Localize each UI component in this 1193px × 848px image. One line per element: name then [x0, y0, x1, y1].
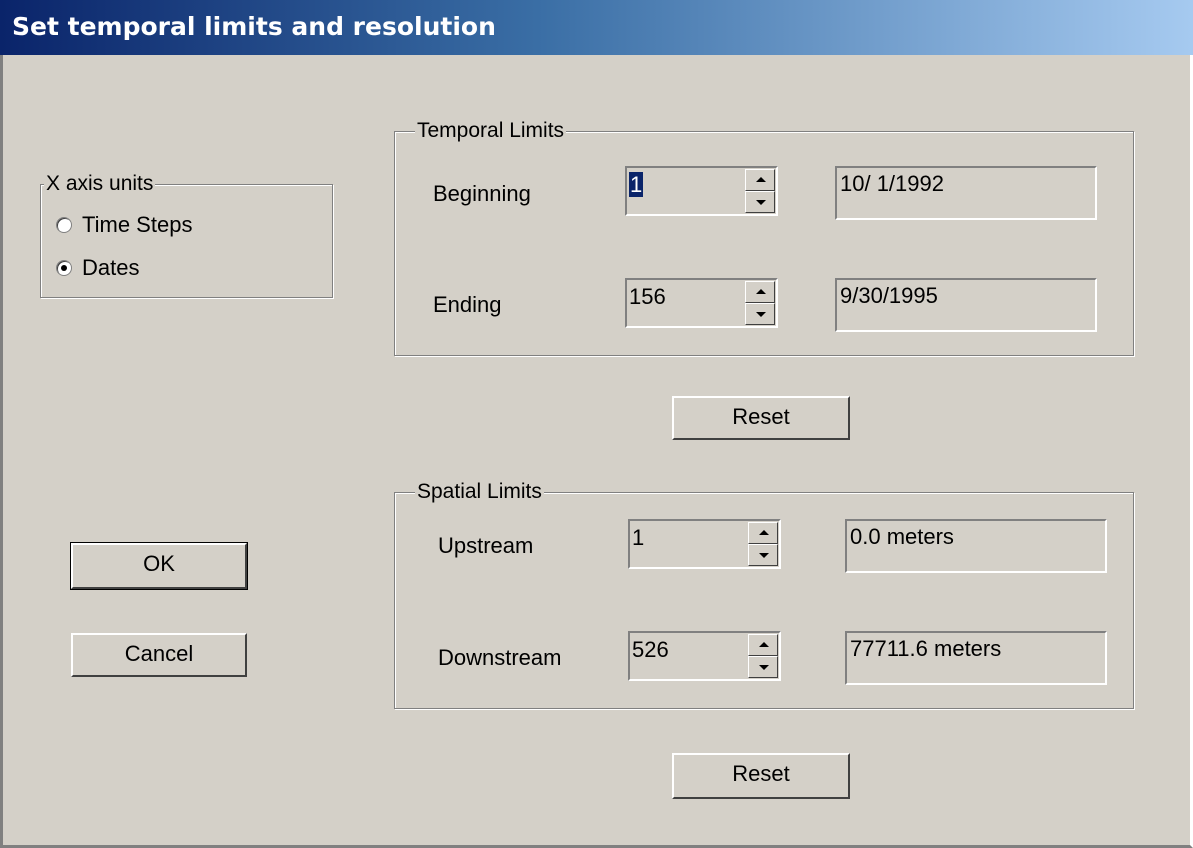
- arrow-down-icon: [756, 200, 766, 205]
- arrow-down-icon: [759, 553, 769, 558]
- ending-date-display: 9/30/1995: [835, 278, 1097, 332]
- downstream-label: Downstream: [438, 645, 562, 670]
- downstream-input[interactable]: 526: [632, 637, 669, 662]
- upstream-label: Upstream: [438, 533, 534, 558]
- spatial-limits-title: Spatial Limits: [415, 480, 544, 504]
- ending-label: Ending: [433, 292, 502, 317]
- radio-time-steps[interactable]: Time Steps: [56, 212, 192, 238]
- cancel-button[interactable]: Cancel: [71, 633, 247, 677]
- temporal-limits-title: Temporal Limits: [415, 119, 567, 143]
- beginning-label: Beginning: [433, 181, 531, 206]
- arrow-down-icon: [756, 312, 766, 317]
- ok-button[interactable]: OK: [70, 542, 248, 590]
- radio-dates[interactable]: Dates: [56, 255, 139, 281]
- temporal-reset-button[interactable]: Reset: [672, 396, 850, 440]
- arrow-up-icon: [759, 642, 769, 647]
- arrow-down-icon: [759, 665, 769, 670]
- beginning-spinner[interactable]: 1: [625, 166, 778, 216]
- beginning-spin-down-button[interactable]: [745, 191, 775, 213]
- radio-time-steps-label: Time Steps: [82, 212, 193, 237]
- radio-time-steps-indicator[interactable]: [56, 217, 72, 233]
- downstream-distance-display: 77711.6 meters: [845, 631, 1107, 685]
- upstream-spin-down-button[interactable]: [748, 544, 778, 566]
- radio-dates-label: Dates: [82, 255, 140, 280]
- ending-spin-up-button[interactable]: [745, 281, 775, 303]
- x-axis-units-title: X axis units: [44, 172, 156, 196]
- beginning-date-display: 10/ 1/1992: [835, 166, 1097, 220]
- upstream-spinner[interactable]: 1: [628, 519, 781, 569]
- ending-spin-down-button[interactable]: [745, 303, 775, 325]
- downstream-spin-down-button[interactable]: [748, 656, 778, 678]
- downstream-spinner[interactable]: 526: [628, 631, 781, 681]
- beginning-spin-up-button[interactable]: [745, 169, 775, 191]
- window-titlebar[interactable]: Set temporal limits and resolution: [0, 0, 1193, 55]
- arrow-up-icon: [756, 289, 766, 294]
- downstream-spin-up-button[interactable]: [748, 634, 778, 656]
- radio-dates-indicator[interactable]: [56, 260, 72, 276]
- window-title: Set temporal limits and resolution: [12, 12, 496, 41]
- upstream-distance-display: 0.0 meters: [845, 519, 1107, 573]
- beginning-input[interactable]: 1: [629, 172, 644, 197]
- ending-spinner[interactable]: 156: [625, 278, 778, 328]
- spatial-reset-button[interactable]: Reset: [672, 753, 850, 799]
- upstream-spin-up-button[interactable]: [748, 522, 778, 544]
- arrow-up-icon: [756, 177, 766, 182]
- upstream-input[interactable]: 1: [632, 525, 644, 550]
- arrow-up-icon: [759, 530, 769, 535]
- ending-input[interactable]: 156: [629, 284, 666, 309]
